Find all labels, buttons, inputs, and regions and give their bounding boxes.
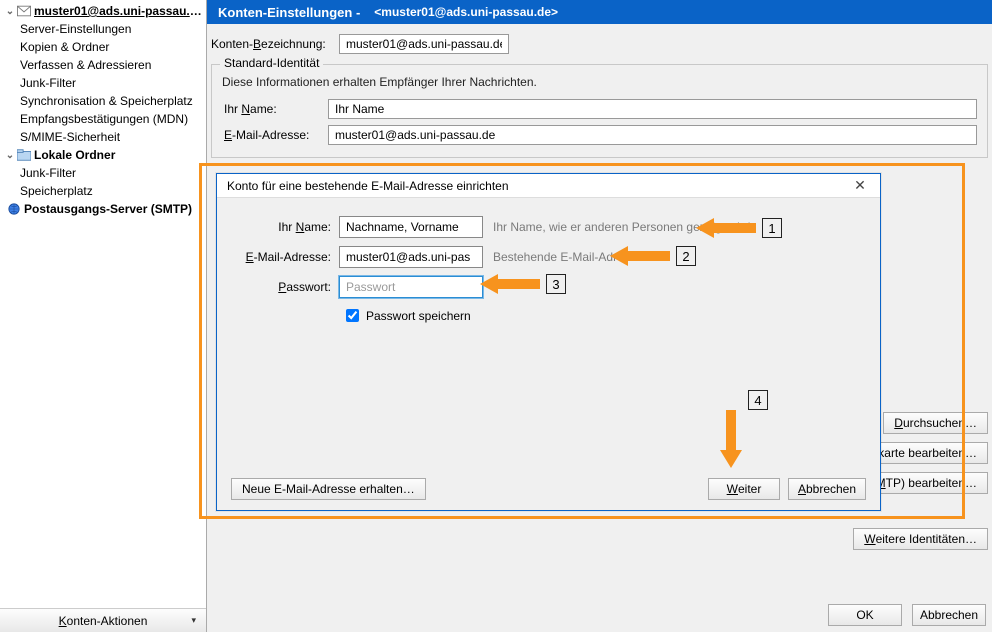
globe-icon bbox=[6, 202, 22, 216]
sidebar-item-junk[interactable]: Junk-Filter bbox=[0, 74, 206, 92]
modal-label-name: Ihr Name: bbox=[231, 220, 339, 234]
account-actions-button[interactable]: Konten-Aktionen ▾ bbox=[0, 608, 206, 632]
mail-icon bbox=[16, 4, 32, 18]
cancel-button[interactable]: Abbrechen bbox=[912, 604, 986, 626]
tree-local-folders[interactable]: ⌄ Lokale Ordner bbox=[0, 146, 206, 164]
modal-name-hint: Ihr Name, wie er anderen Personen gezeig… bbox=[493, 220, 750, 234]
tree-account[interactable]: ⌄ muster01@ads.uni-passau.de bbox=[0, 2, 206, 20]
weiter-button[interactable]: Weiter bbox=[708, 478, 780, 500]
sidebar-item-copies[interactable]: Kopien & Ordner bbox=[0, 38, 206, 56]
twisty-icon: ⌄ bbox=[4, 6, 16, 17]
dropdown-icon: ▾ bbox=[191, 615, 196, 626]
label-your-name: Ihr Name: bbox=[222, 102, 328, 116]
label-account-name: Konten-Bezeichnung: bbox=[209, 37, 339, 51]
sidebar: ⌄ muster01@ads.uni-passau.de Server-Eins… bbox=[0, 0, 207, 632]
title-bar: Konten-Einstellungen - <muster01@ads.uni… bbox=[207, 0, 992, 24]
modal-title: Konto für eine bestehende E-Mail-Adresse… bbox=[227, 179, 509, 193]
browse-button[interactable]: DDurchsuchen…urchsuchen… bbox=[883, 412, 988, 434]
more-identities-button[interactable]: Weitere Identitäten… bbox=[853, 528, 988, 550]
remember-password-checkbox[interactable] bbox=[346, 309, 359, 322]
modal-email-hint: Bestehende E-Mail-Adresse bbox=[493, 250, 642, 264]
group-desc: Diese Informationen erhalten Empfänger I… bbox=[222, 75, 977, 89]
your-name-input[interactable] bbox=[328, 99, 977, 119]
label-email: E-Mail-Adresse: bbox=[222, 128, 328, 142]
title-sub: <muster01@ads.uni-passau.de> bbox=[374, 5, 558, 19]
sidebar-item-mdn[interactable]: Empfangsbestätigungen (MDN) bbox=[0, 110, 206, 128]
close-icon[interactable]: ✕ bbox=[846, 176, 874, 196]
new-email-button[interactable]: Neue E-Mail-Adresse erhalten… bbox=[231, 478, 426, 500]
modal-email-input[interactable] bbox=[339, 246, 483, 268]
remember-password-row[interactable]: Passwort speichern bbox=[342, 306, 866, 325]
title-main: Konten-Einstellungen - bbox=[218, 5, 360, 20]
remember-password-label: Passwort speichern bbox=[366, 309, 471, 323]
tree-smtp[interactable]: Postausgangs-Server (SMTP) bbox=[0, 200, 206, 218]
sidebar-item-compose[interactable]: Verfassen & Adressieren bbox=[0, 56, 206, 74]
modal-label-email: E-Mail-Adresse: bbox=[231, 250, 339, 264]
account-label: muster01@ads.uni-passau.de bbox=[34, 4, 202, 18]
row-account-name: Konten-Bezeichnung: bbox=[209, 34, 990, 54]
dialog-footer: OK Abbrechen bbox=[828, 604, 986, 626]
group-identity: Standard-Identität Diese Informationen e… bbox=[211, 64, 988, 158]
folder-icon bbox=[16, 148, 32, 162]
ok-button[interactable]: OK bbox=[828, 604, 902, 626]
sidebar-item-local-junk[interactable]: Junk-Filter bbox=[0, 164, 206, 182]
twisty-icon: ⌄ bbox=[4, 150, 16, 161]
account-name-input[interactable] bbox=[339, 34, 509, 54]
sidebar-item-local-space[interactable]: Speicherplatz bbox=[0, 182, 206, 200]
modal-label-password: Passwort: bbox=[231, 280, 339, 294]
sidebar-item-sync[interactable]: Synchronisation & Speicherplatz bbox=[0, 92, 206, 110]
modal-header: Konto für eine bestehende E-Mail-Adresse… bbox=[217, 174, 880, 198]
modal-name-input[interactable] bbox=[339, 216, 483, 238]
setup-modal: Konto für eine bestehende E-Mail-Adresse… bbox=[216, 173, 881, 511]
sidebar-item-smime[interactable]: S/MIME-Sicherheit bbox=[0, 128, 206, 146]
group-legend: Standard-Identität bbox=[220, 56, 323, 70]
sidebar-item-server[interactable]: Server-Einstellungen bbox=[0, 20, 206, 38]
abbrechen-button[interactable]: Abbrechen bbox=[788, 478, 866, 500]
email-input[interactable] bbox=[328, 125, 977, 145]
modal-password-input[interactable] bbox=[339, 276, 483, 298]
account-tree: ⌄ muster01@ads.uni-passau.de Server-Eins… bbox=[0, 0, 206, 608]
